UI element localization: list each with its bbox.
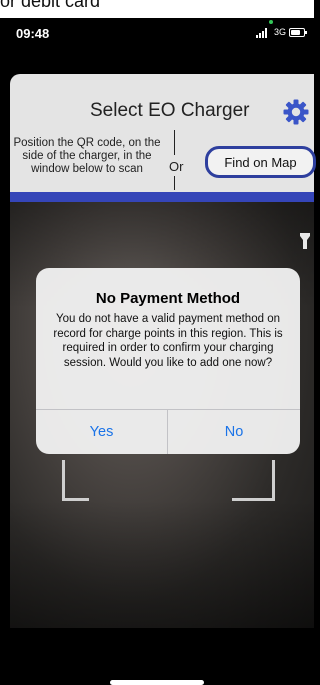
signal-icon: [256, 28, 270, 38]
scan-instructions: Position the QR code, on the side of the…: [13, 137, 161, 175]
network-type: 3G: [274, 27, 287, 37]
divider-top: [174, 130, 175, 155]
scan-frame-corner-bottom-right: [232, 460, 275, 501]
dialog-title: No Payment Method: [95, 290, 241, 307]
privacy-indicator: [269, 20, 273, 24]
battery-icon: [289, 28, 307, 37]
no-payment-method-dialog: No Payment Method You do not have a vali…: [36, 268, 300, 454]
charger-select-header: Select EO Charger Position the QR code, …: [10, 74, 316, 192]
no-button[interactable]: No: [168, 410, 300, 454]
home-indicator[interactable]: [110, 680, 204, 685]
or-label: Or: [169, 159, 184, 174]
divider-bottom: [174, 176, 175, 190]
yes-button[interactable]: Yes: [36, 410, 167, 454]
settings-gear-icon[interactable]: [283, 99, 309, 125]
status-time: 09:48: [16, 26, 50, 41]
scan-frame-corner-bottom-left: [62, 460, 89, 501]
page-title: Select EO Charger: [90, 100, 250, 121]
accent-bar: [10, 192, 314, 202]
previous-page-text: or debit card: [0, 0, 314, 18]
dialog-message: You do not have a valid payment method o…: [53, 313, 283, 369]
flashlight-icon[interactable]: [299, 232, 311, 250]
find-on-map-button[interactable]: Find on Map: [205, 146, 316, 178]
status-bar: 09:48 3G: [0, 18, 314, 54]
